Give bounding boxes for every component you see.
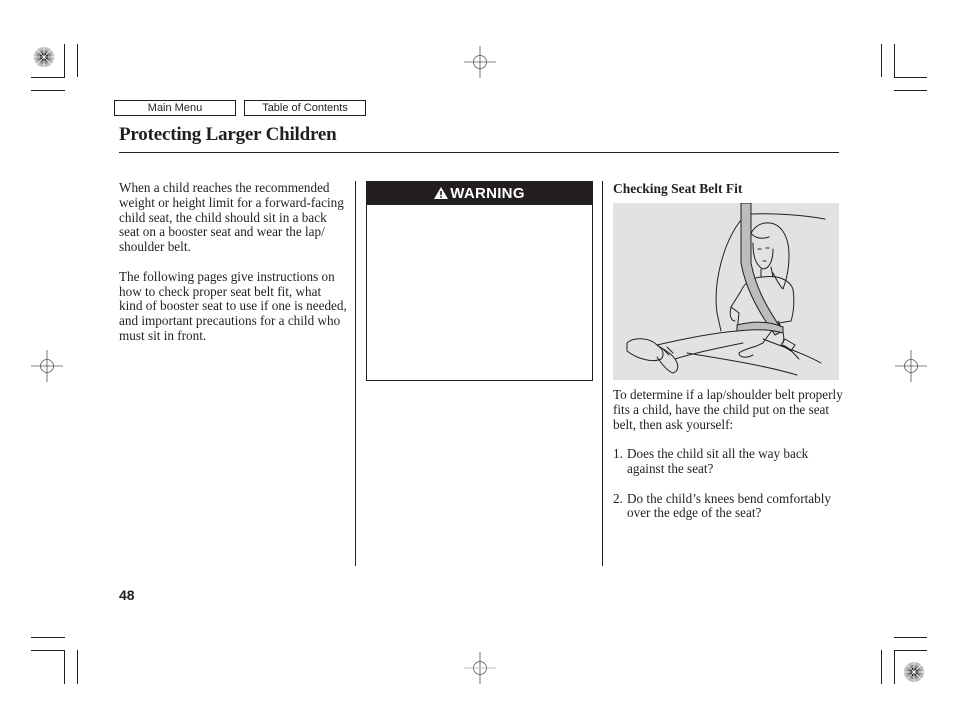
child-in-seat-belt-illustration (626, 202, 826, 376)
column-divider (355, 181, 356, 566)
following-pages-paragraph: The following pages give instructions on… (119, 268, 347, 343)
seat-belt-fit-illustration (613, 202, 839, 380)
title-rule (119, 152, 839, 153)
question-item: 1. Does the child sit all the way back a… (613, 446, 843, 477)
question-number: 1. (613, 446, 623, 462)
registration-target-icon (904, 662, 924, 682)
warning-triangle-icon (434, 187, 449, 199)
crosshair-icon (895, 350, 927, 382)
question-number: 2. (613, 490, 623, 506)
question-text: Do the child’s knees bend comfortably ov… (627, 490, 831, 521)
fit-intro-paragraph: To determine if a lap/shoulder belt prop… (613, 387, 843, 432)
question-item: 2. Do the child’s knees bend comfortably… (613, 490, 843, 522)
crosshair-icon (464, 46, 496, 78)
page-title: Protecting Larger Children (119, 124, 337, 145)
page-number: 48 (119, 587, 135, 603)
crosshair-icon (31, 350, 63, 382)
warning-box: WARNING (366, 181, 593, 381)
warning-header: WARNING (367, 182, 592, 205)
column-divider (602, 181, 603, 566)
crosshair-icon (464, 652, 496, 684)
warning-label: WARNING (450, 185, 525, 202)
main-menu-button[interactable]: Main Menu (114, 100, 236, 116)
section-heading: Checking Seat Belt Fit (613, 181, 743, 196)
left-column: When a child reaches the recommended wei… (119, 180, 347, 359)
registration-target-icon (34, 47, 54, 67)
question-text: Does the child sit all the way back agai… (627, 446, 809, 476)
right-column-text: To determine if a lap/shoulder belt prop… (613, 387, 843, 536)
intro-paragraph: When a child reaches the recommended wei… (119, 180, 344, 255)
table-of-contents-button[interactable]: Table of Contents (244, 100, 366, 116)
